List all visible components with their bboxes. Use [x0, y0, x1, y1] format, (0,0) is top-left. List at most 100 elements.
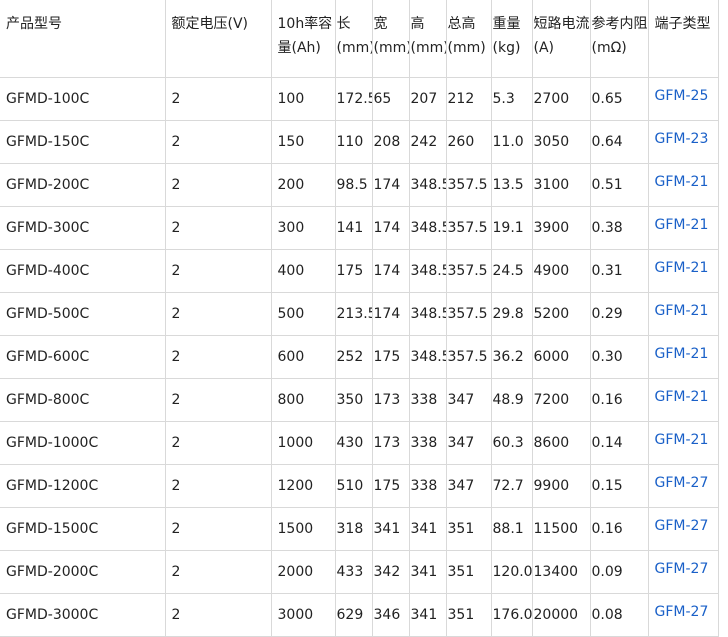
- cell-width: 65: [372, 77, 410, 121]
- header-text: (kg): [492, 40, 521, 56]
- cell-weight: 88.1: [491, 507, 533, 551]
- header-text: (mm): [410, 40, 446, 56]
- cell-model: GFMD-100C: [0, 77, 166, 121]
- cell-width: 173: [372, 421, 410, 465]
- cell-rated-voltage: 2: [165, 378, 272, 422]
- cell-terminal-type[interactable]: GFM-21: [648, 292, 719, 336]
- cell-total-height: 351: [446, 550, 492, 594]
- cell-short-circuit-current: 13400: [532, 550, 591, 594]
- cell-length: 350: [335, 378, 373, 422]
- cell-terminal-type[interactable]: GFM-21: [648, 421, 719, 465]
- cell-rated-voltage: 2: [165, 77, 272, 121]
- cell-short-circuit-current: 2700: [532, 77, 591, 121]
- header-text: 端子类型: [654, 16, 711, 32]
- cell-terminal-type[interactable]: GFM-25: [648, 77, 719, 121]
- battery-spec-table: 产品型号 额定电压(V) 10h率容 量(Ah) 长 (mm) 宽 (mm) 高 (mm) 总高 (m…: [0, 0, 719, 637]
- cell-short-circuit-current: 5200: [532, 292, 591, 336]
- header-text: (A): [533, 40, 555, 56]
- header-text: 产品型号: [6, 16, 62, 32]
- cell-rated-voltage: 2: [165, 593, 272, 637]
- cell-model: GFMD-300C: [0, 206, 166, 250]
- cell-internal-resistance: 0.16: [590, 378, 649, 422]
- cell-internal-resistance: 0.14: [590, 421, 649, 465]
- cell-weight: 11.0: [491, 120, 533, 164]
- cell-rated-voltage: 2: [165, 335, 272, 379]
- cell-terminal-type[interactable]: GFM-27: [648, 593, 719, 637]
- cell-short-circuit-current: 7200: [532, 378, 591, 422]
- cell-total-height: 351: [446, 593, 492, 637]
- cell-height: 242: [409, 120, 447, 164]
- cell-terminal-type[interactable]: GFM-21: [648, 206, 719, 250]
- cell-model: GFMD-1000C: [0, 421, 166, 465]
- cell-weight: 29.8: [491, 292, 533, 336]
- cell-capacity-10h: 150: [271, 120, 336, 164]
- cell-weight: 36.2: [491, 335, 533, 379]
- cell-width: 342: [372, 550, 410, 594]
- table-row: GFMD-500C2500213.5174348.5357.529.852000…: [0, 292, 719, 336]
- table-body: GFMD-100C2100172.5652072125.327000.65GFM…: [0, 77, 719, 637]
- cell-length: 252: [335, 335, 373, 379]
- cell-terminal-type[interactable]: GFM-27: [648, 550, 719, 594]
- table-row: GFMD-200C220098.5174348.5357.513.531000.…: [0, 163, 719, 207]
- cell-capacity-10h: 1000: [271, 421, 336, 465]
- table-row: GFMD-600C2600252175348.5357.536.260000.3…: [0, 335, 719, 379]
- cell-length: 175: [335, 249, 373, 293]
- cell-weight: 72.7: [491, 464, 533, 508]
- cell-total-height: 260: [446, 120, 492, 164]
- cell-total-height: 357.5: [446, 163, 492, 207]
- cell-height: 348.5: [409, 335, 447, 379]
- cell-length: 110: [335, 120, 373, 164]
- header-text: 额定电压(V): [171, 16, 249, 32]
- table-row: GFMD-2000C 2 2000 433 342 341 351 120.0 13400 0.0…: [0, 550, 719, 594]
- cell-height: 341: [409, 593, 447, 637]
- cell-width: 175: [372, 335, 410, 379]
- cell-height: 348.5: [409, 206, 447, 250]
- table-row: GFMD-300C2300141174348.5357.519.139000.3…: [0, 206, 719, 250]
- cell-length: 213.5: [335, 292, 373, 336]
- cell-total-height: 351: [446, 507, 492, 551]
- cell-terminal-type[interactable]: GFM-21: [648, 335, 719, 379]
- header-text: 参考内阻: [591, 16, 648, 32]
- cell-capacity-10h: 300: [271, 206, 336, 250]
- cell-model: GFMD-400C: [0, 249, 166, 293]
- header-total-height: 总高 (mm): [446, 0, 492, 78]
- cell-total-height: 357.5: [446, 292, 492, 336]
- header-text: (mΩ): [591, 40, 627, 56]
- cell-internal-resistance: 0.29: [590, 292, 649, 336]
- header-capacity-10h: 10h率容 量(Ah): [271, 0, 336, 78]
- cell-width: 174: [372, 249, 410, 293]
- cell-total-height: 357.5: [446, 335, 492, 379]
- cell-width: 341: [372, 507, 410, 551]
- cell-model: GFMD-600C: [0, 335, 166, 379]
- cell-total-height: 347: [446, 421, 492, 465]
- cell-height: 338: [409, 464, 447, 508]
- header-text: (mm): [336, 40, 372, 56]
- cell-model: GFMD-2000C: [0, 550, 166, 594]
- table-row: GFMD-100C2100172.5652072125.327000.65GFM…: [0, 77, 719, 121]
- header-terminal-type: 端子类型: [648, 0, 719, 78]
- cell-terminal-type[interactable]: GFM-21: [648, 378, 719, 422]
- cell-terminal-type[interactable]: GFM-27: [648, 464, 719, 508]
- cell-rated-voltage: 2: [165, 464, 272, 508]
- cell-terminal-type[interactable]: GFM-21: [648, 163, 719, 207]
- cell-model: GFMD-3000C: [0, 593, 166, 637]
- cell-terminal-type[interactable]: GFM-21: [648, 249, 719, 293]
- cell-width: 173: [372, 378, 410, 422]
- cell-total-height: 212: [446, 77, 492, 121]
- cell-weight: 24.5: [491, 249, 533, 293]
- cell-height: 207: [409, 77, 447, 121]
- cell-height: 348.5: [409, 292, 447, 336]
- cell-width: 174: [372, 206, 410, 250]
- cell-capacity-10h: 600: [271, 335, 336, 379]
- cell-length: 510: [335, 464, 373, 508]
- cell-total-height: 347: [446, 378, 492, 422]
- cell-height: 341: [409, 550, 447, 594]
- cell-width: 175: [372, 464, 410, 508]
- cell-model: GFMD-1500C: [0, 507, 166, 551]
- header-height: 高 (mm): [409, 0, 447, 78]
- cell-terminal-type[interactable]: GFM-27: [648, 507, 719, 551]
- header-text: 长: [336, 16, 351, 32]
- table-row: GFMD-800C 2 800 350 173 338 347 48.9 7200 0.16 GFM…: [0, 378, 719, 422]
- cell-terminal-type[interactable]: GFM-23: [648, 120, 719, 164]
- cell-weight: 19.1: [491, 206, 533, 250]
